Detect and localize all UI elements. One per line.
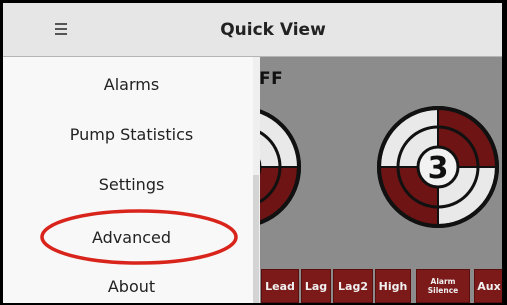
- app-screen: Quick View FF 2 3 Lead Lag Lag: [3, 3, 502, 303]
- pump-3-number: 3: [428, 151, 449, 186]
- header-bar: Quick View: [3, 3, 502, 57]
- tag-aux[interactable]: Aux: [474, 269, 502, 303]
- drawer-scrollbar[interactable]: [253, 175, 259, 303]
- tag-alarm-silence-line2: Silence: [427, 286, 459, 295]
- status-text: FF: [259, 69, 284, 89]
- pump-3-icon[interactable]: 3: [376, 105, 500, 229]
- navigation-drawer: Alarms Pump Statistics Settings Advanced…: [3, 57, 260, 303]
- tag-lag[interactable]: Lag: [301, 269, 331, 303]
- hamburger-menu-icon[interactable]: [53, 19, 73, 39]
- tag-high[interactable]: High: [375, 269, 411, 303]
- menu-item-pump-statistics[interactable]: Pump Statistics: [3, 110, 260, 160]
- menu-item-about[interactable]: About: [3, 262, 260, 303]
- menu-item-alarms[interactable]: Alarms: [3, 60, 260, 110]
- tag-lead[interactable]: Lead: [261, 269, 299, 303]
- menu-item-advanced[interactable]: Advanced: [3, 213, 260, 263]
- tag-lag2[interactable]: Lag2: [333, 269, 373, 303]
- tag-alarm-silence-line1: Alarm: [430, 277, 456, 286]
- tag-alarm-silence[interactable]: Alarm Silence: [416, 269, 470, 303]
- page-title: Quick View: [220, 20, 326, 40]
- menu-item-settings[interactable]: Settings: [3, 160, 260, 210]
